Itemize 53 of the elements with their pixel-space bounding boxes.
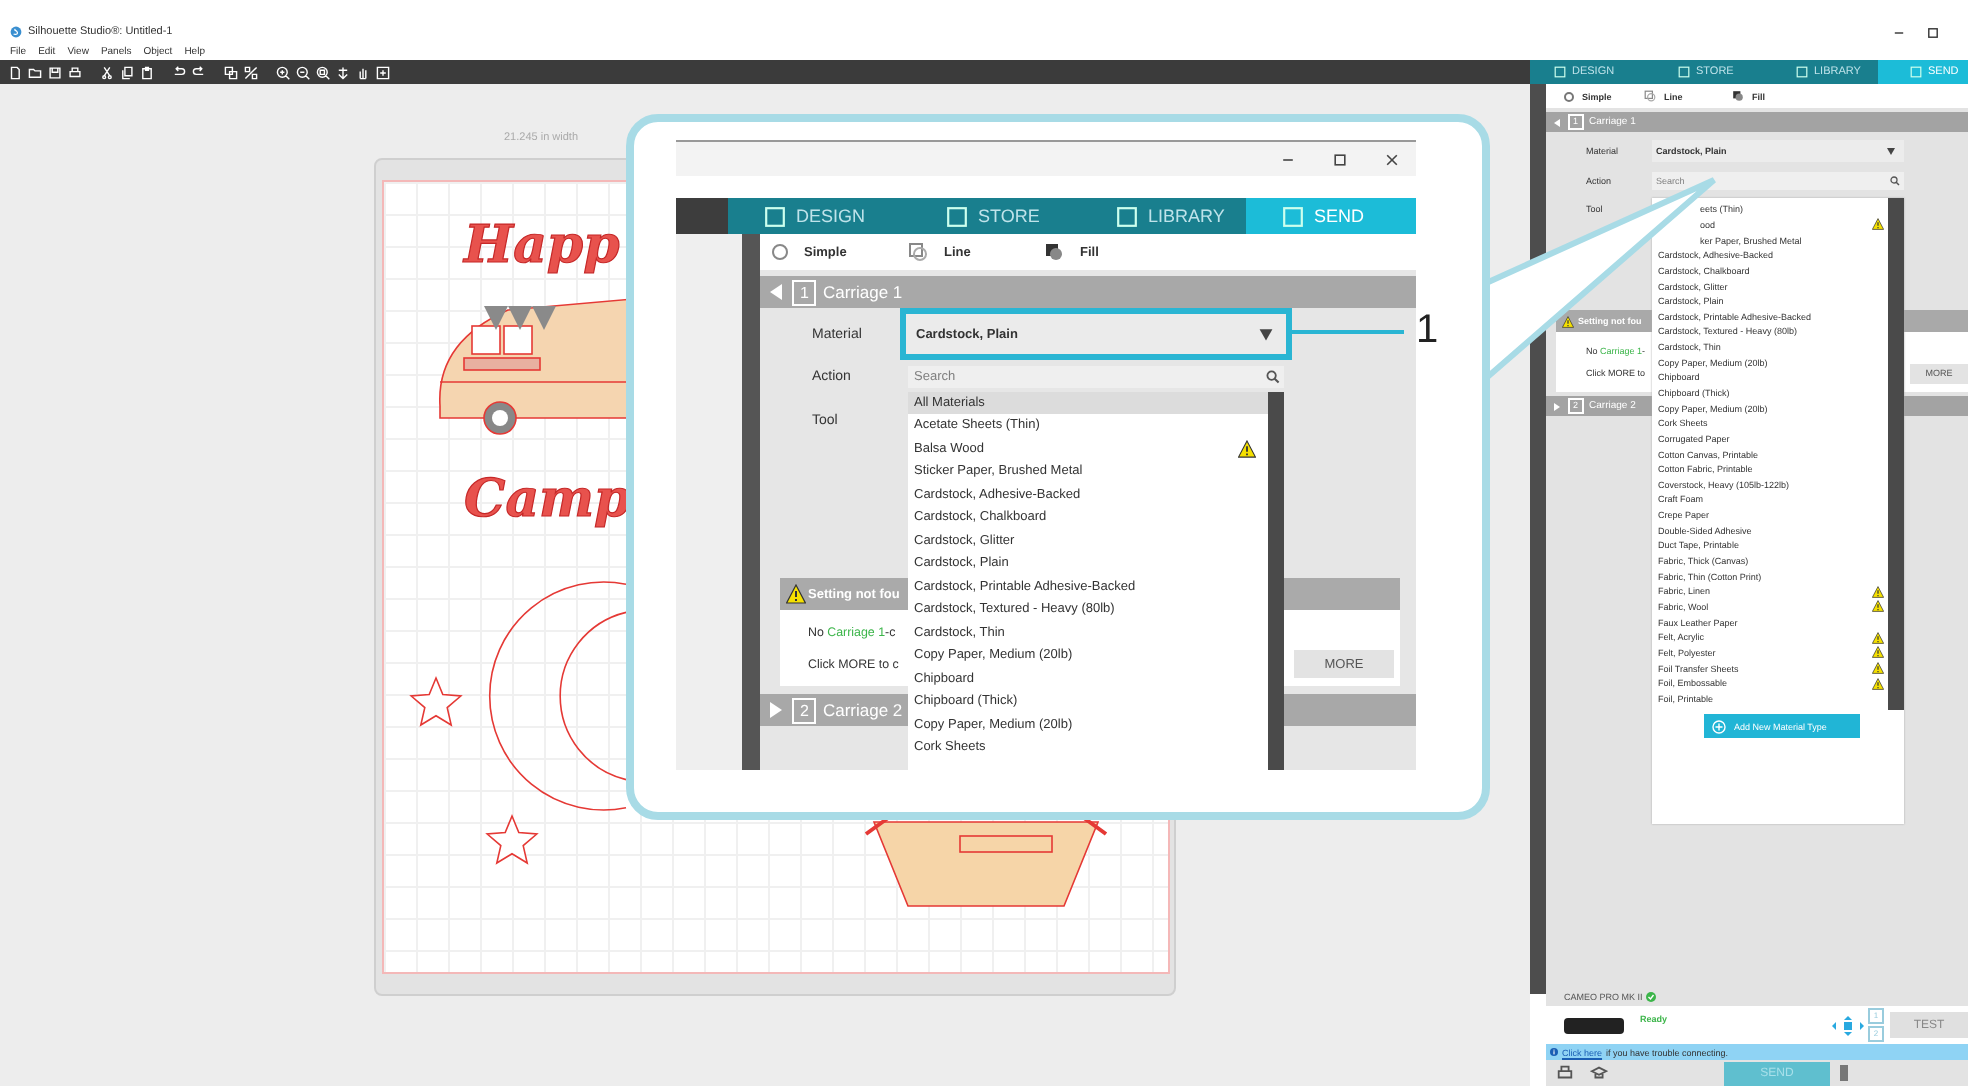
hand-icon[interactable] (356, 65, 370, 79)
star-icon (409, 675, 463, 727)
carriage-number: 1 (792, 279, 817, 305)
warning-icon (1562, 315, 1574, 327)
line-mode-icon[interactable] (1644, 90, 1656, 102)
undo-icon[interactable] (172, 65, 186, 79)
maximize-icon[interactable] (1926, 25, 1940, 39)
zoom-out-icon[interactable] (296, 65, 310, 79)
star-icon (485, 813, 539, 865)
lettering: Camp (464, 470, 631, 530)
save-icon[interactable] (48, 65, 62, 79)
cutting-machine-drawing (1564, 1015, 1624, 1035)
printer-icon[interactable] (1556, 1064, 1574, 1082)
close-icon[interactable] (1384, 151, 1400, 167)
zoom-in-icon[interactable] (276, 65, 290, 79)
radio-button[interactable] (1564, 91, 1574, 101)
carriage-number: 2 (792, 697, 817, 723)
new-file-icon[interactable] (8, 65, 22, 79)
line-mode-icon[interactable] (908, 242, 928, 262)
move-down-icon[interactable] (336, 65, 350, 79)
fill-mode-icon[interactable] (1044, 242, 1064, 262)
app-logo-icon (10, 26, 22, 38)
cap-icon[interactable] (1590, 1064, 1608, 1082)
leader-line (1292, 330, 1404, 334)
dropdown-caret-icon (1258, 326, 1274, 342)
scissors-icon[interactable] (100, 65, 114, 79)
search-icon (1266, 369, 1280, 383)
warning-icon (786, 584, 806, 604)
dropdown-caret-icon (1886, 146, 1896, 156)
stack-icon[interactable] (1840, 1064, 1848, 1082)
group-icon[interactable] (224, 65, 238, 79)
ungroup-icon[interactable] (244, 65, 258, 79)
info-icon (1550, 1048, 1558, 1056)
add-page-icon[interactable] (376, 65, 390, 79)
scrollbar[interactable] (1530, 84, 1546, 994)
carriage-label: Carriage 2 (822, 700, 903, 720)
folder-icon[interactable] (28, 65, 42, 79)
redo-icon[interactable] (192, 65, 206, 79)
carriage-label: Carriage 1 (822, 282, 903, 302)
arrow-pad-icon[interactable] (1832, 1015, 1864, 1035)
search-icon (1890, 175, 1900, 185)
scrollbar[interactable] (742, 234, 760, 770)
scrollbar[interactable] (1268, 392, 1284, 770)
plus-circle-icon (1712, 719, 1726, 733)
callout-number: 1 (1416, 306, 1439, 354)
lettering: Happ (464, 216, 620, 276)
copy-icon[interactable] (120, 65, 134, 79)
zoom-fit-icon[interactable] (316, 65, 330, 79)
fill-mode-icon[interactable] (1732, 90, 1744, 102)
paste-icon[interactable] (140, 65, 154, 79)
scrollbar[interactable] (1888, 198, 1904, 710)
maximize-icon[interactable] (1332, 151, 1348, 167)
radio-button[interactable] (772, 244, 788, 260)
